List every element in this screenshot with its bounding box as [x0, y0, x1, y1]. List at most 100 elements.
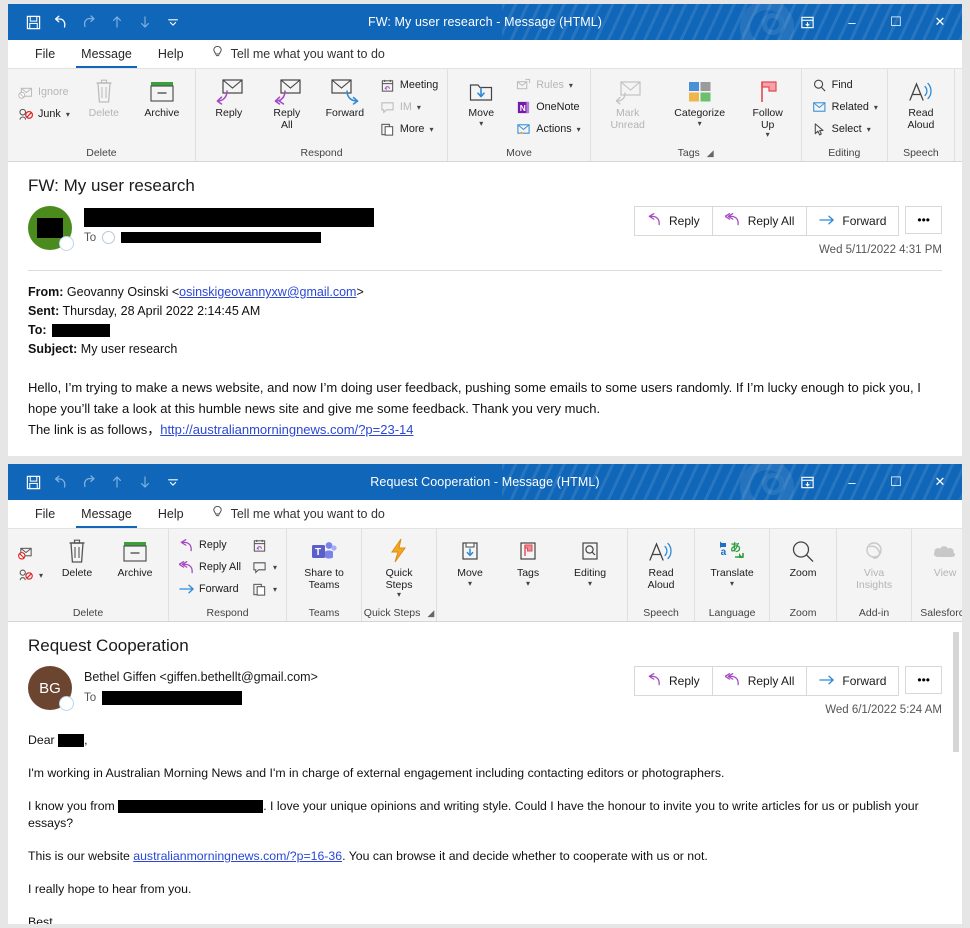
categorize-button-1[interactable]: Categorize ▾ — [661, 72, 739, 128]
chevron-down-icon: ▾ — [873, 102, 878, 112]
reply-action-2[interactable]: Reply — [635, 667, 713, 695]
close-button-1[interactable]: ✕ — [918, 4, 962, 40]
read-aloud-button-2[interactable]: Read Aloud — [632, 532, 690, 591]
tags-dialog-launcher-1[interactable]: ◢ — [707, 148, 714, 159]
to-redaction-fwd — [52, 324, 110, 338]
junk-button-1[interactable]: Junk ▾ — [14, 103, 73, 125]
salesforce-cloud-icon — [931, 535, 959, 565]
tab-message-1[interactable]: Message — [68, 43, 145, 68]
im-button-2[interactable]: ▾ — [248, 556, 280, 578]
junk-button-2[interactable]: ▾ — [14, 564, 46, 586]
actions-button-1[interactable]: Actions ▾ — [512, 118, 583, 140]
forward-action-label-2: Forward — [842, 674, 887, 688]
minimize-button-1[interactable]: – — [830, 4, 874, 40]
more-actions-button-2[interactable]: ••• — [905, 666, 942, 694]
read-aloud-button-1[interactable]: Read Aloud — [892, 72, 950, 131]
select-icon — [811, 122, 828, 137]
meeting-button-1[interactable]: Meeting — [376, 74, 441, 96]
translate-icon: aあ — [718, 535, 746, 565]
body-link-line-1: The link is as follows，http://australian… — [28, 419, 942, 440]
minimize-button-2[interactable]: – — [830, 464, 874, 500]
message-header-2: BG Bethel Giffen <giffen.bethellt@gmail.… — [28, 666, 942, 716]
delete-button-2[interactable]: Delete — [48, 532, 106, 580]
find-button-1[interactable]: Find — [808, 74, 881, 96]
sender-name-2: Bethel Giffen <giffen.bethellt@gmail.com… — [84, 670, 318, 684]
editing-icon — [578, 535, 602, 565]
reply-action-1[interactable]: Reply — [635, 207, 713, 235]
ribbon-display-options-icon[interactable] — [784, 4, 830, 40]
translate-button-2[interactable]: aあ Translate ▾ — [699, 532, 765, 588]
reply-button-1[interactable]: Reply — [200, 72, 258, 120]
salesforce-view-button[interactable]: View — [916, 532, 962, 580]
recipients-line-1: To — [84, 231, 634, 244]
delete-button-1[interactable]: Delete — [75, 72, 133, 120]
body-link-1[interactable]: http://australianmorningnews.com/?p=23-1… — [160, 422, 413, 437]
maximize-button-1[interactable]: ☐ — [874, 4, 918, 40]
salesforce-view-label: View — [933, 567, 957, 579]
from-email-link[interactable]: osinskigeovannyxw@gmail.com — [179, 285, 356, 299]
rules-button-1[interactable]: Rules ▾ — [512, 74, 583, 96]
move-button-2[interactable]: Move ▾ — [441, 532, 499, 588]
more-button-1[interactable]: More ▾ — [376, 118, 441, 140]
save-icon[interactable] — [20, 9, 46, 35]
maximize-button-2[interactable]: ☐ — [874, 464, 918, 500]
customize-quick-access-icon[interactable] — [160, 9, 186, 35]
greeting-line: Dear , — [28, 732, 942, 749]
reply-all-button-2[interactable]: Reply All — [175, 556, 244, 578]
message-scrollbar-2[interactable] — [951, 622, 960, 924]
forward-button-2[interactable]: Forward — [175, 578, 244, 600]
meeting-button-2[interactable] — [248, 534, 280, 556]
reply-all-button-1[interactable]: Reply All — [258, 72, 316, 131]
forward-action-2[interactable]: Forward — [807, 667, 899, 695]
presence-indicator — [59, 696, 74, 711]
move-button-1[interactable]: Move ▾ — [452, 72, 510, 128]
forward-button-1[interactable]: Forward — [316, 72, 374, 120]
move-icon — [458, 535, 482, 565]
more-actions-button-1[interactable]: ••• — [905, 206, 942, 234]
tab-help-2[interactable]: Help — [145, 503, 197, 526]
ribbon-group-label-tags-1: Tags ◢ — [591, 147, 801, 161]
zoom-button-2[interactable]: Zoom — [774, 532, 832, 580]
quick-steps-button[interactable]: Quick Steps ▾ — [366, 532, 432, 599]
follow-up-button-1[interactable]: Follow Up ▾ — [739, 72, 797, 139]
delete-label-2: Delete — [61, 567, 93, 579]
save-icon[interactable] — [20, 469, 46, 495]
close-button-2[interactable]: ✕ — [918, 464, 962, 500]
tags-button-2[interactable]: Tags ▾ — [499, 532, 557, 588]
move-label-1: Move — [468, 107, 495, 119]
quick-steps-dialog-launcher[interactable]: ◢ — [427, 608, 434, 619]
recipient-redaction-2 — [102, 691, 243, 705]
onenote-button-1[interactable]: N OneNote — [512, 96, 583, 118]
reply-button-2[interactable]: Reply — [175, 534, 244, 556]
viva-insights-button[interactable]: Viva Insights — [841, 532, 907, 591]
ignore-button-2[interactable] — [14, 542, 46, 564]
ribbon-display-options-icon[interactable] — [784, 464, 830, 500]
forward-action-1[interactable]: Forward — [807, 207, 899, 235]
share-to-teams-button[interactable]: T Share to Teams — [291, 532, 357, 591]
mark-unread-button-1[interactable]: Mark Unread — [595, 72, 661, 131]
im-button-1[interactable]: IM ▾ — [376, 96, 441, 118]
tab-file-2[interactable]: File — [22, 503, 68, 526]
archive-button-1[interactable]: Archive — [133, 72, 191, 120]
editing-button-2[interactable]: Editing ▾ — [557, 532, 623, 588]
tab-message-2[interactable]: Message — [68, 503, 145, 528]
recipient-avatar-1 — [102, 231, 116, 244]
website-link-2[interactable]: australianmorningnews.com/?p=16-36 — [133, 849, 342, 863]
tab-file-1[interactable]: File — [22, 43, 68, 66]
im-icon — [251, 560, 268, 574]
undo-icon[interactable] — [48, 9, 74, 35]
reply-action-bar-1: Reply Reply All Forward — [634, 206, 900, 236]
customize-quick-access-icon[interactable] — [160, 469, 186, 495]
ignore-button-1[interactable]: Ignore — [14, 81, 73, 103]
tell-me-search-1[interactable]: Tell me what you want to do — [211, 45, 385, 63]
tell-me-search-2[interactable]: Tell me what you want to do — [211, 505, 385, 523]
related-button-1[interactable]: Related ▾ — [808, 96, 881, 118]
reply-all-action-1[interactable]: Reply All — [712, 207, 808, 235]
select-button-1[interactable]: Select ▾ — [808, 118, 881, 140]
reply-all-action-2[interactable]: Reply All — [712, 667, 808, 695]
tab-help-1[interactable]: Help — [145, 43, 197, 66]
scrollbar-thumb-2[interactable] — [953, 632, 959, 752]
archive-button-2[interactable]: Archive — [106, 532, 164, 580]
more-button-2[interactable]: ▾ — [248, 578, 280, 600]
translate-button-1[interactable]: aあ Translate ▾ — [959, 72, 962, 128]
